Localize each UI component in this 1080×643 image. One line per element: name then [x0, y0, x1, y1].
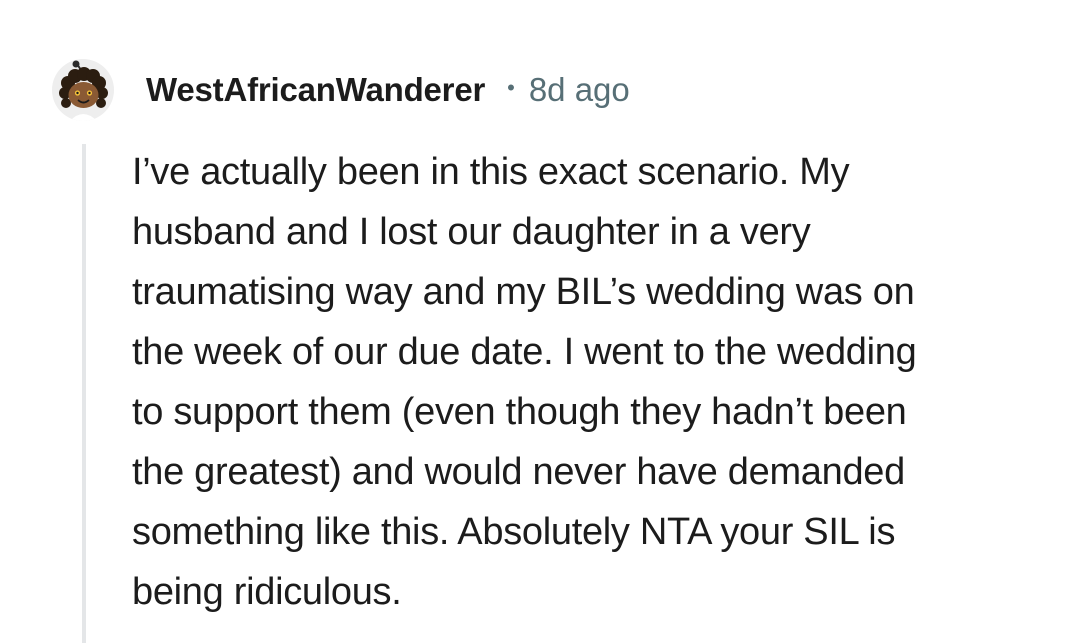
comment-line: to support them (even though they hadn’t…	[132, 391, 907, 433]
comment-line: being ridiculous.	[132, 571, 402, 613]
comment-line: I’ve actually been in this exact scenari…	[132, 151, 850, 193]
comment: WestAfricanWanderer • 8d ago I’ve actual…	[0, 0, 1080, 643]
comment-body: I’ve actually been in this exact scenari…	[132, 142, 1032, 622]
author-name[interactable]: WestAfricanWanderer	[146, 71, 485, 109]
comment-line: the week of our due date. I went to the …	[132, 331, 917, 373]
comment-timestamp[interactable]: 8d ago	[529, 71, 630, 109]
snoo-avatar-icon	[52, 59, 114, 121]
avatar[interactable]	[52, 59, 114, 121]
comment-line: the greatest) and would never have deman…	[132, 451, 905, 493]
comment-line: husband and I lost our daughter in a ver…	[132, 211, 811, 253]
thread-line[interactable]	[82, 144, 86, 643]
comment-line: traumatising way and my BIL’s wedding wa…	[132, 271, 915, 313]
meta-separator: •	[507, 75, 515, 100]
comment-header: WestAfricanWanderer • 8d ago	[52, 58, 630, 122]
comment-line: something like this. Absolutely NTA your…	[132, 511, 896, 553]
